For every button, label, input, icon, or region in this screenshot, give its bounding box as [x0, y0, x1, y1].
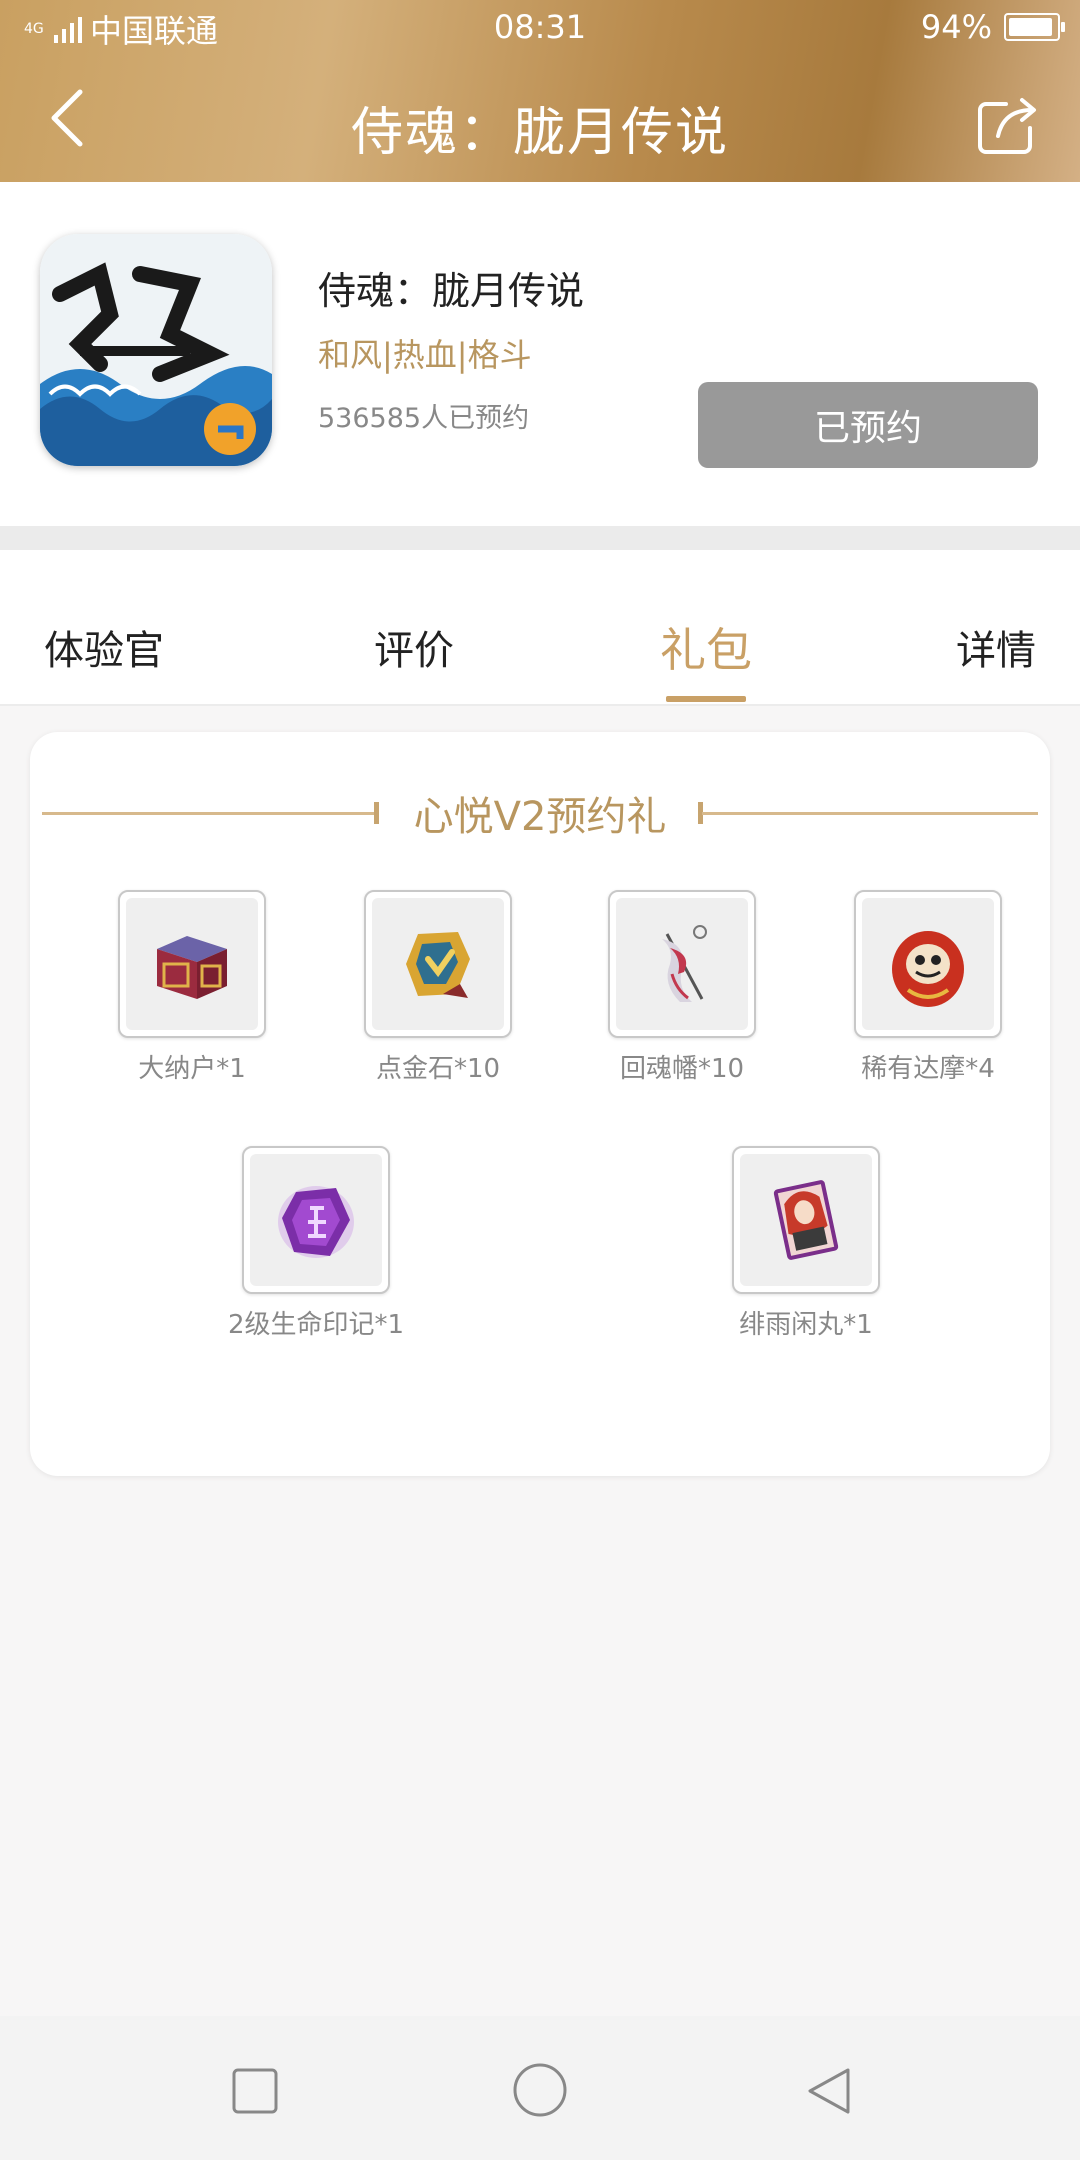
gift-item-frame: [242, 1146, 390, 1294]
game-logo-icon: [40, 234, 272, 466]
battery-icon: [1004, 13, 1065, 41]
title-divider-right: [702, 812, 1038, 815]
tab-details[interactable]: 详情: [956, 618, 1036, 676]
battery-percent: 94%: [920, 8, 992, 46]
app-tags: 和风|热血|格斗: [318, 336, 532, 374]
app-name: 侍魂：胧月传说: [318, 269, 585, 313]
gift-item[interactable]: 回魂幡*10: [562, 890, 802, 1085]
gift-item[interactable]: 2级生命印记*1: [196, 1146, 436, 1341]
share-button[interactable]: [976, 92, 1040, 156]
triangle-back-icon: [808, 2068, 850, 2114]
status-time: 08:31: [493, 8, 587, 46]
home-button[interactable]: [512, 2062, 568, 2118]
gift-item-frame: [608, 890, 756, 1038]
gift-item-label: 绯雨闲丸*1: [739, 1310, 873, 1340]
page-title: 侍魂：胧月传说: [350, 103, 729, 163]
gift-item-label: 回魂幡*10: [619, 1054, 745, 1084]
back-nav-button[interactable]: [804, 2066, 854, 2116]
gold-stone-icon: [406, 932, 470, 998]
status-right: 94%: [920, 8, 1065, 46]
gift-item-label: 大纳户*1: [138, 1054, 246, 1084]
character-card-icon: [773, 1180, 839, 1260]
gift-item[interactable]: 大纳户*1: [72, 890, 312, 1085]
reserved-button[interactable]: 已预约: [698, 382, 1038, 468]
gift-item-bg: [126, 898, 258, 1030]
share-icon: [978, 98, 1036, 154]
reserve-count: 536585人已预约: [318, 403, 530, 434]
square-icon: [232, 2068, 278, 2114]
purple-crystal-icon: [278, 1186, 354, 1258]
gift-item-bg: [616, 898, 748, 1030]
tab-bar: 体验官 评价 礼包 详情: [0, 550, 1080, 706]
gift-item[interactable]: 点金石*10: [318, 890, 558, 1085]
gift-item-bg: [862, 898, 994, 1030]
circle-icon: [513, 2063, 567, 2117]
app-info-section: 侍魂：胧月传说 和风|热血|格斗 536585人已预约 已预约: [0, 182, 1080, 526]
gift-item-bg: [372, 898, 504, 1030]
app-icon[interactable]: [40, 234, 272, 466]
gift-item-bg: [740, 1154, 872, 1286]
header-background: 4G 中国联通 08:31 94% 侍魂：胧月传说: [0, 0, 1080, 182]
gift-item-label: 稀有达摩*4: [861, 1054, 995, 1084]
section-divider: [0, 526, 1080, 550]
gift-item[interactable]: 绯雨闲丸*1: [686, 1146, 926, 1341]
gift-item-frame: [732, 1146, 880, 1294]
tab-reviews[interactable]: 评价: [374, 618, 454, 676]
gift-item-frame: [854, 890, 1002, 1038]
system-nav-bar: [0, 2016, 1080, 2160]
gift-item-bg: [250, 1154, 382, 1286]
chest-icon: [157, 936, 227, 999]
active-tab-indicator: [666, 696, 746, 702]
daruma-icon: [892, 931, 964, 1007]
gift-card: 心悦V2预约礼 大纳户*1 点金石*10 回魂幡*10 稀有达摩*4 2级生命印…: [30, 732, 1050, 1476]
gift-item-frame: [364, 890, 512, 1038]
tab-gift-pack[interactable]: 礼包: [660, 614, 752, 680]
nav-bar: 侍魂：胧月传说: [0, 56, 1080, 182]
banner-icon: [662, 925, 707, 1002]
recent-apps-button[interactable]: [230, 2066, 280, 2116]
gift-item-label: 点金石*10: [375, 1054, 501, 1084]
gift-item-label: 2级生命印记*1: [227, 1310, 405, 1340]
gift-item[interactable]: 稀有达摩*4: [808, 890, 1048, 1085]
tab-experience-officer[interactable]: 体验官: [44, 618, 164, 676]
status-bar: 4G 中国联通 08:31 94%: [0, 0, 1080, 56]
gift-item-frame: [118, 890, 266, 1038]
